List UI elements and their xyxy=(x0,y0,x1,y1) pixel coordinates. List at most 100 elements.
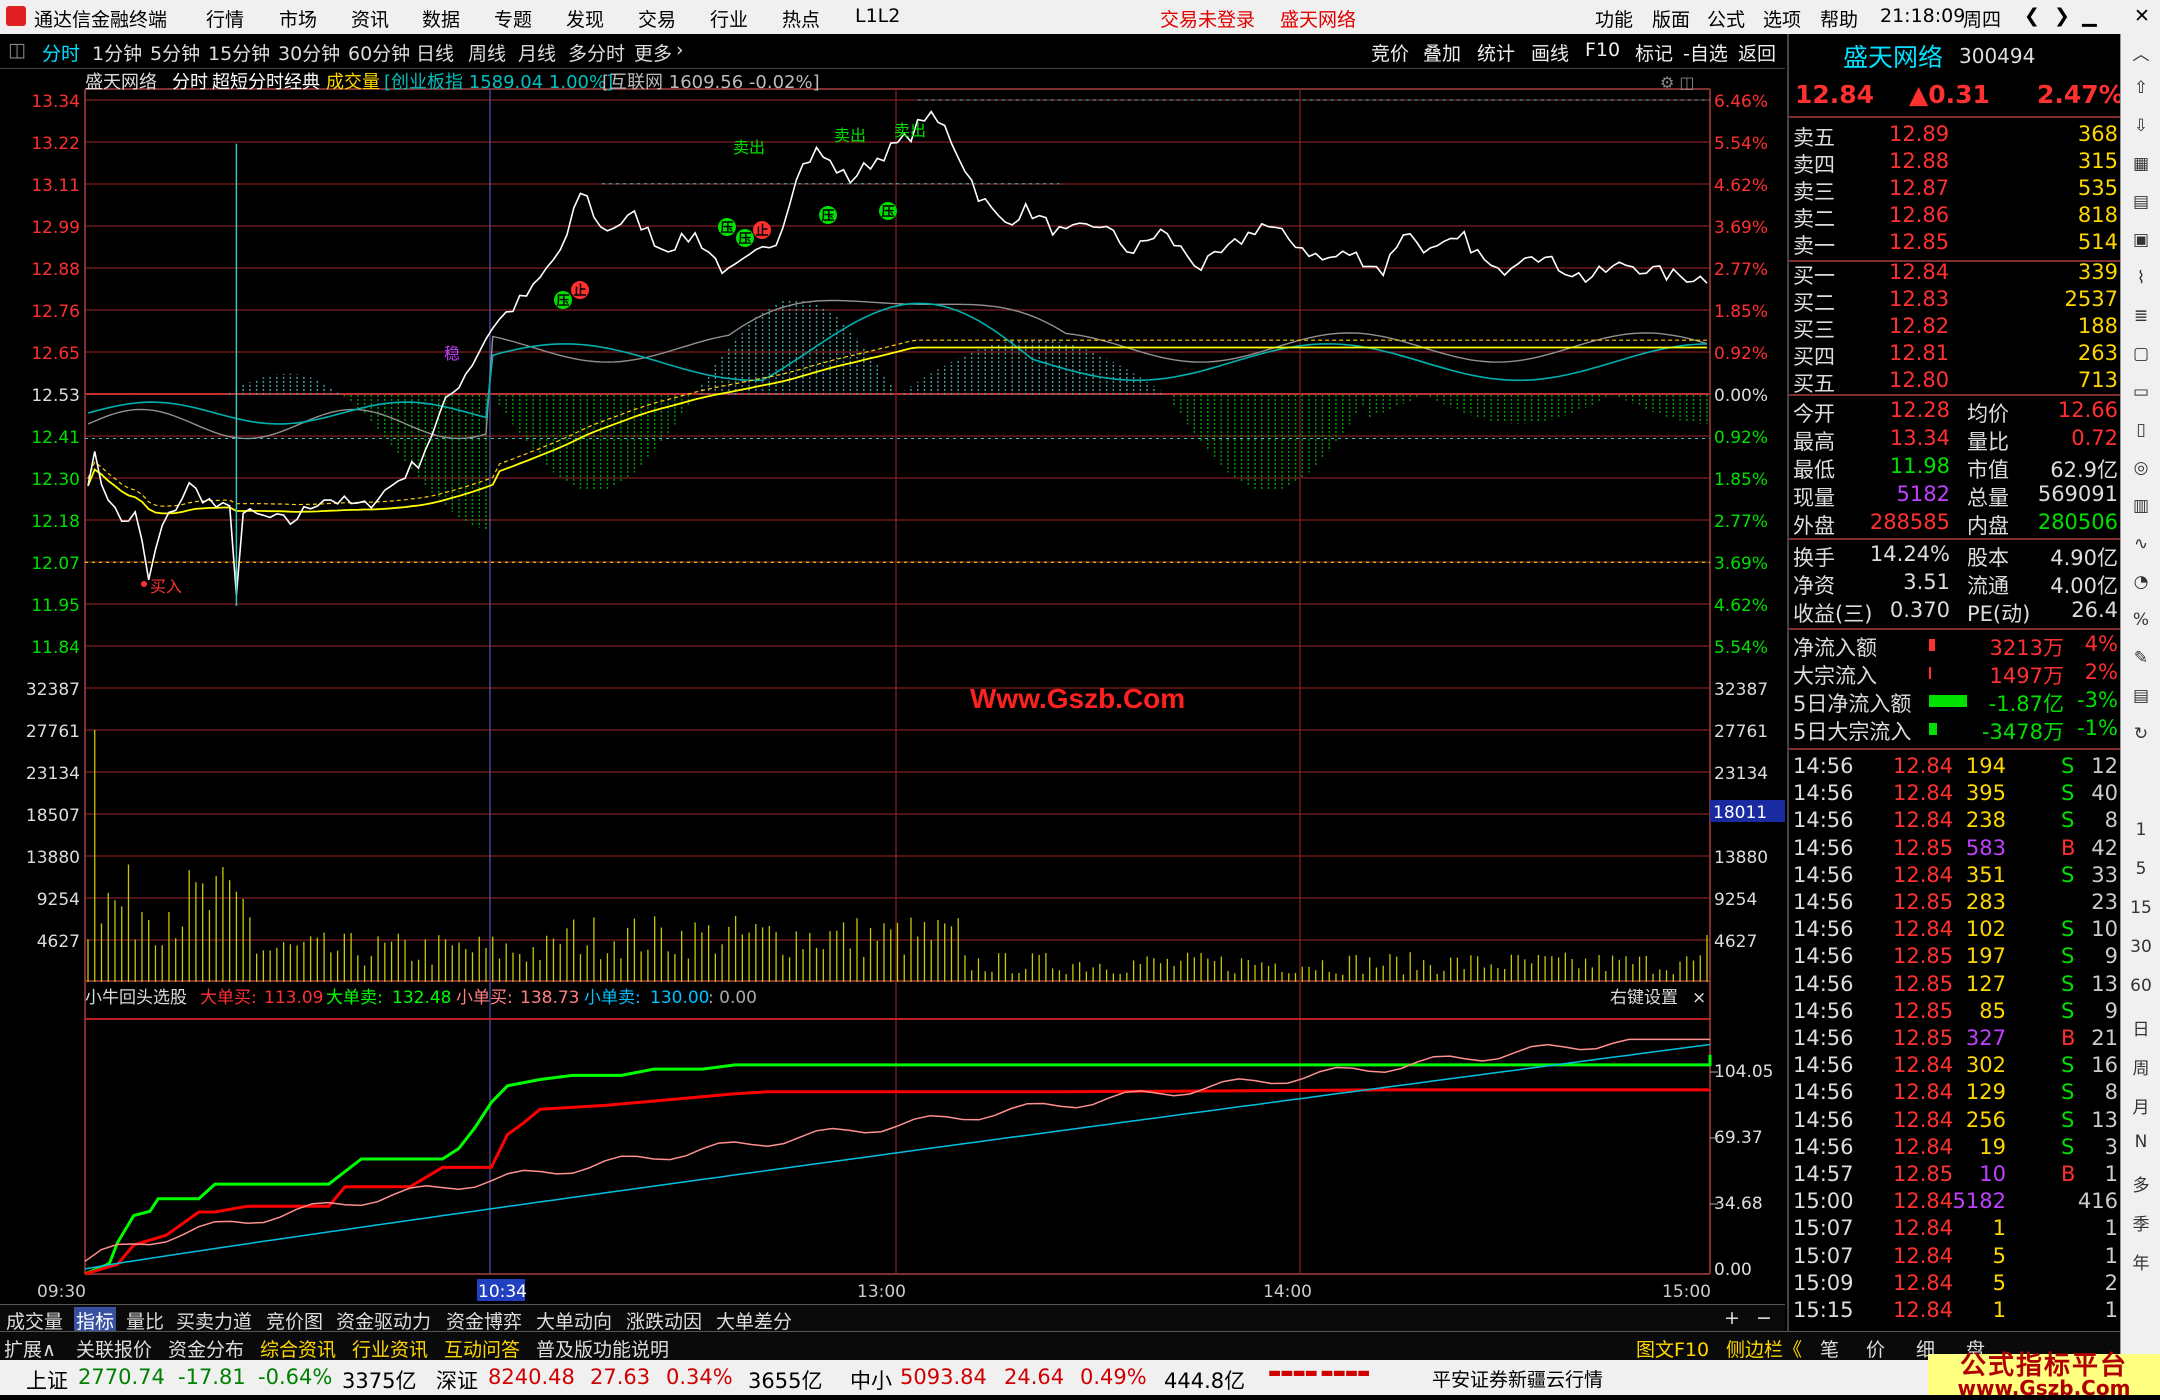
index-sh-name[interactable]: 上证 xyxy=(26,1365,68,1395)
tick-row[interactable]: 14:56 12.85 283 23 xyxy=(1789,890,2122,917)
tab-大单差分[interactable]: 大单差分 xyxy=(714,1307,794,1334)
menu-item-热点[interactable]: 热点 xyxy=(782,5,820,32)
bid-row[interactable]: 买一 12.84 339 xyxy=(1789,260,2122,288)
tick-row[interactable]: 14:56 12.85 327 B 21 xyxy=(1789,1026,2122,1053)
stat-row[interactable]: 外盘 288585 内盘 280506 xyxy=(1789,510,2122,538)
tab-资金博弈[interactable]: 资金博弈 xyxy=(444,1307,524,1334)
menu-item-选项[interactable]: 选项 xyxy=(1763,5,1801,32)
tab-涨跌动因[interactable]: 涨跌动因 xyxy=(624,1307,704,1334)
tab-指标[interactable]: 指标 xyxy=(74,1307,117,1334)
tick-row[interactable]: 14:56 12.84 256 S 13 xyxy=(1789,1108,2122,1135)
info-tab-互动问答[interactable]: 互动问答 xyxy=(444,1335,520,1362)
panel-tab-笔[interactable]: 笔 xyxy=(1820,1335,1839,1362)
tool-统计[interactable]: 统计 xyxy=(1477,39,1515,66)
chevron-up-icon[interactable]: ︿ xyxy=(2127,40,2155,65)
sub-settings[interactable]: 右键设置 xyxy=(1610,988,1678,1008)
login-status[interactable]: 交易未登录 xyxy=(1160,5,1255,32)
tab-成交量[interactable]: 成交量 xyxy=(4,1307,65,1334)
period-月[interactable]: 月 xyxy=(2127,1093,2155,1118)
stat-row[interactable]: 收益(三) 0.370 PE(动) 26.4 xyxy=(1789,598,2122,626)
line-icon[interactable]: ∿ xyxy=(2127,534,2155,554)
period-多[interactable]: 多 xyxy=(2127,1171,2155,1196)
pct-icon[interactable]: % xyxy=(2127,610,2155,630)
tick-row[interactable]: 15:09 12.84 5 2 xyxy=(1789,1271,2122,1298)
tick-row[interactable]: 15:15 12.84 1 1 xyxy=(1789,1298,2122,1325)
info-tab-普及版功能说明[interactable]: 普及版功能说明 xyxy=(536,1335,669,1362)
tf-月线[interactable]: 月线 xyxy=(518,39,556,66)
refresh-icon[interactable]: ↻ xyxy=(2127,724,2155,744)
info-tab-扩展∧[interactable]: 扩展∧ xyxy=(4,1335,56,1362)
panel-tab-侧边栏《[interactable]: 侧边栏《 xyxy=(1726,1335,1802,1362)
tick-row[interactable]: 14:56 12.84 194 S 12 xyxy=(1789,754,2122,781)
intraday-chart[interactable]: 买入卖出卖出 卖出压压压压 压止止稳 13.34 6.46%13.22 5.54%13.… xyxy=(0,69,1785,1304)
menu-item-市场[interactable]: 市场 xyxy=(279,5,317,32)
menu-item-专题[interactable]: 专题 xyxy=(494,5,532,32)
tool-竞价[interactable]: 竞价 xyxy=(1371,39,1409,66)
menu-item-l1l2[interactable]: L1L2 xyxy=(855,5,900,27)
tf-1分钟[interactable]: 1分钟 xyxy=(92,39,142,66)
tab-资金驱动力[interactable]: 资金驱动力 xyxy=(334,1307,433,1334)
bid-row[interactable]: 买三 12.82 188 xyxy=(1789,314,2122,342)
period-30[interactable]: 30 xyxy=(2127,937,2155,957)
tick-row[interactable]: 14:56 12.84 395 S 40 xyxy=(1789,781,2122,808)
flow-row[interactable]: 5日净流入额 -1.87亿 -3% xyxy=(1789,688,2122,716)
zoom-icon[interactable]: ◎ xyxy=(2127,458,2155,478)
panel-tab-图文F10[interactable]: 图文F10 xyxy=(1636,1335,1709,1362)
arrow-up-icon[interactable]: ⇧ xyxy=(2127,78,2155,98)
f10-icon[interactable]: ▢ xyxy=(2127,344,2155,364)
index-zx-name[interactable]: 中小 xyxy=(850,1365,892,1395)
menu-item-行业[interactable]: 行业 xyxy=(710,5,748,32)
panel-toggle-icon[interactable]: ◫ xyxy=(8,39,26,61)
tf-分时[interactable]: 分时 xyxy=(42,39,80,66)
candle-icon[interactable]: ⌇ xyxy=(2127,268,2155,288)
tool-返回[interactable]: 返回 xyxy=(1738,39,1776,66)
tab-大单动向[interactable]: 大单动向 xyxy=(534,1307,614,1334)
info-tab-行业资讯[interactable]: 行业资讯 xyxy=(352,1335,428,1362)
grid-icon[interactable]: ▦ xyxy=(2127,154,2155,174)
arrow-down-icon[interactable]: ⇩ xyxy=(2127,116,2155,136)
tick-row[interactable]: 15:00 12.84 5182 416 xyxy=(1789,1189,2122,1216)
back-icon[interactable]: ❮ xyxy=(2024,5,2040,27)
bid-row[interactable]: 买二 12.83 2537 xyxy=(1789,287,2122,315)
tick-row[interactable]: 14:56 12.85 127 S 13 xyxy=(1789,972,2122,999)
tick-row[interactable]: 15:07 12.84 1 1 xyxy=(1789,1216,2122,1243)
menu-item-资讯[interactable]: 资讯 xyxy=(351,5,389,32)
tab-量比[interactable]: 量比 xyxy=(124,1307,166,1334)
tick-row[interactable]: 15:07 12.84 5 1 xyxy=(1789,1244,2122,1271)
zoom-in-icon[interactable]: + xyxy=(1724,1307,1740,1329)
tf-60分钟[interactable]: 60分钟 xyxy=(348,39,410,66)
tick-row[interactable]: 14:56 12.84 351 S 33 xyxy=(1789,863,2122,890)
info-tab-综合资讯[interactable]: 综合资讯 xyxy=(260,1335,336,1362)
bars-icon[interactable]: ▥ xyxy=(2127,496,2155,516)
bid-row[interactable]: 买五 12.80 713 xyxy=(1789,368,2122,396)
tf-30分钟[interactable]: 30分钟 xyxy=(278,39,340,66)
tool-f10[interactable]: F10 xyxy=(1585,39,1620,61)
f-icon[interactable]: ▯ xyxy=(2127,420,2155,440)
tf-15分钟[interactable]: 15分钟 xyxy=(208,39,270,66)
chart-settings-icon[interactable]: ⚙ ◫ xyxy=(1660,73,1695,92)
period-15[interactable]: 15 xyxy=(2127,898,2155,918)
tool-叠加[interactable]: 叠加 xyxy=(1423,39,1461,66)
stat-row[interactable]: 净资 3.51 流通 4.00亿 xyxy=(1789,570,2122,598)
sub-close-icon[interactable]: × xyxy=(1692,988,1706,1008)
stat-row[interactable]: 换手 14.24% 股本 4.90亿 xyxy=(1789,542,2122,570)
index-sz-name[interactable]: 深证 xyxy=(436,1365,478,1395)
tool-自选[interactable]: -自选 xyxy=(1683,39,1728,66)
list-icon[interactable]: ≣ xyxy=(2127,306,2155,326)
tab-买卖力道[interactable]: 买卖力道 xyxy=(174,1307,254,1334)
flow-row[interactable]: 5日大宗流入 -3478万 -1% xyxy=(1789,716,2122,744)
close-icon[interactable]: ✕ xyxy=(2134,5,2150,27)
period-日[interactable]: 日 xyxy=(2127,1015,2155,1040)
tf-5分钟[interactable]: 5分钟 xyxy=(150,39,200,66)
tick-row[interactable]: 14:56 12.84 302 S 16 xyxy=(1789,1053,2122,1080)
menu-item-功能[interactable]: 功能 xyxy=(1595,5,1633,32)
ask-row[interactable]: 卖三 12.87 535 xyxy=(1789,176,2122,204)
fs-icon[interactable]: ▤ xyxy=(2127,686,2155,706)
info-tab-资金分布[interactable]: 资金分布 xyxy=(168,1335,244,1362)
tick-row[interactable]: 14:56 12.85 85 S 9 xyxy=(1789,999,2122,1026)
tick-row[interactable]: 14:56 12.84 129 S 8 xyxy=(1789,1080,2122,1107)
period-周[interactable]: 周 xyxy=(2127,1054,2155,1079)
menu-item-公式[interactable]: 公式 xyxy=(1707,5,1745,32)
info-tab-关联报价[interactable]: 关联报价 xyxy=(76,1335,152,1362)
tf-周线[interactable]: 周线 xyxy=(468,39,506,66)
